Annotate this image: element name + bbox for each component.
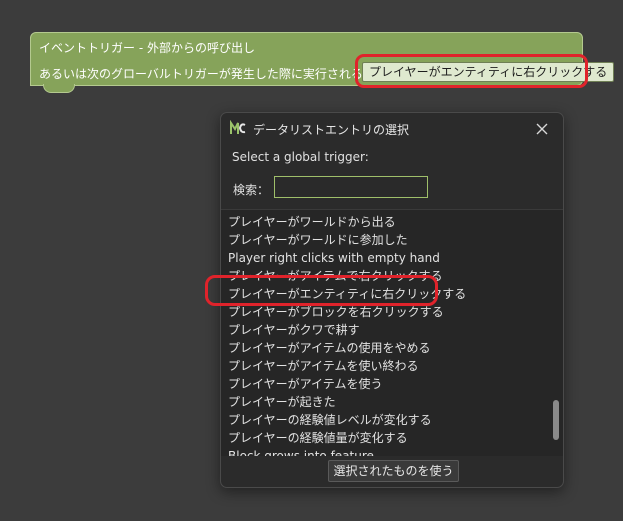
list-item[interactable]: プレイヤーがワールドに参加した [228, 231, 408, 249]
list-item[interactable]: プレイヤーがワールドから出る [228, 213, 396, 231]
list-item[interactable]: プレイヤーの経験値量が変化する [228, 429, 408, 447]
highlight-annotation-trigger [355, 54, 588, 88]
use-selected-button[interactable]: 選択されたものを使う [328, 460, 459, 482]
list-item[interactable]: プレイヤーがクワで耕す [228, 321, 360, 339]
list-scrollbar[interactable] [553, 212, 559, 452]
dialog-header: データリストエントリの選択 [221, 113, 563, 143]
dialog-prompt: Select a global trigger: [232, 150, 369, 164]
list-item[interactable]: プレイヤーがアイテムの使用をやめる [228, 339, 430, 357]
list-item[interactable]: プレイヤーがアイテムを使う [228, 375, 382, 393]
search-label: 検索： [233, 183, 270, 197]
event-title: イベントトリガー - 外部からの呼び出し [39, 41, 255, 55]
list-item[interactable]: プレイヤーがアイテムを使い終わる [228, 357, 418, 375]
list-item[interactable]: プレイヤーが起きた [228, 393, 336, 411]
scrollbar-thumb[interactable] [553, 400, 559, 440]
dialog-title: データリストエントリの選択 [253, 123, 410, 137]
close-icon[interactable] [531, 118, 553, 140]
list-item[interactable]: プレイヤーの経験値レベルが変化する [228, 411, 432, 429]
event-description: あるいは次のグローバルトリガーが発生した際に実行される: [39, 67, 367, 81]
search-input[interactable] [274, 176, 428, 198]
highlight-annotation-list-item [205, 275, 438, 306]
block-connector-notch [43, 84, 75, 93]
mcreator-logo-icon [230, 119, 246, 136]
trigger-list[interactable]: プレイヤーがワールドから出る プレイヤーがワールドに参加した Player righ… [221, 209, 563, 456]
list-item[interactable]: Block grows into feature [228, 447, 374, 456]
list-item[interactable]: Player right clicks with empty hand [228, 249, 440, 267]
